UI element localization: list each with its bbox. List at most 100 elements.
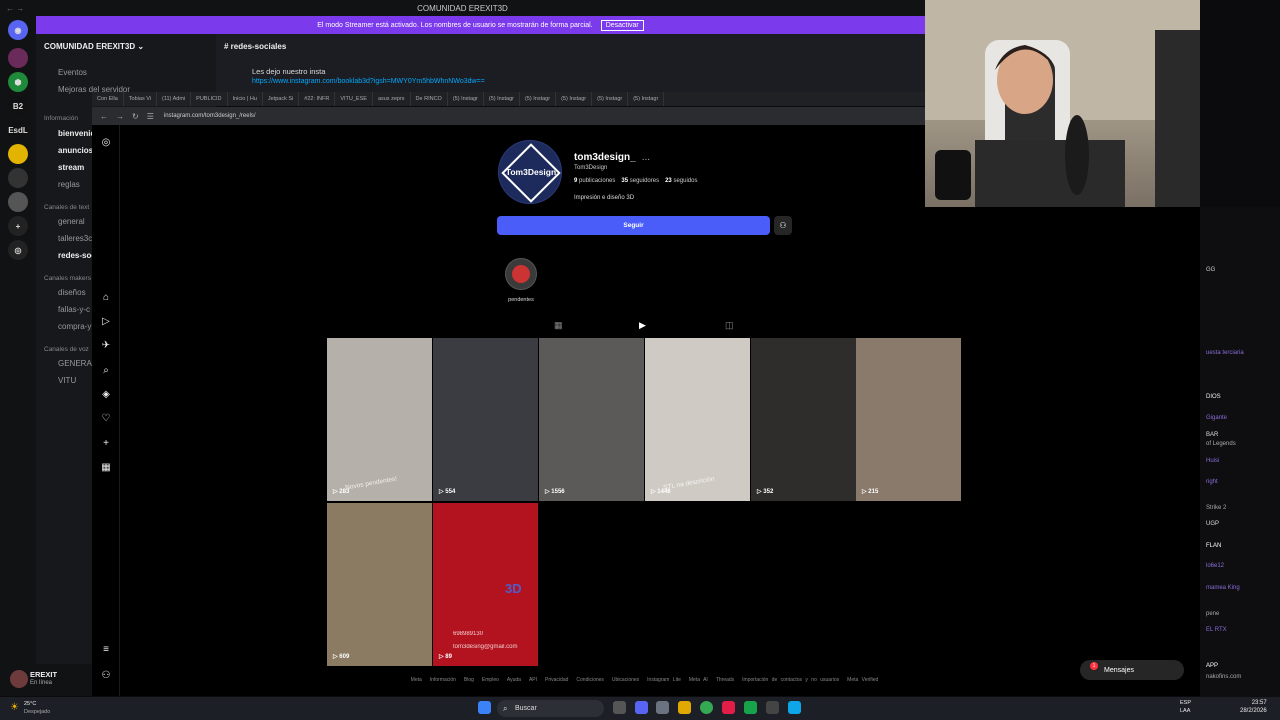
reel-thumbnail[interactable]: STL na descrición ▷ 1446 bbox=[645, 338, 750, 501]
channel-stream[interactable]: stream bbox=[58, 163, 84, 172]
browser-tab[interactable]: (5) Instagr bbox=[520, 92, 557, 106]
server-icon[interactable] bbox=[8, 48, 28, 68]
footer-link[interactable]: Condiciones bbox=[576, 677, 604, 683]
browser-tab[interactable]: Con Ella bbox=[92, 92, 124, 106]
weather-desc[interactable]: Despejado bbox=[24, 709, 50, 715]
footer-link[interactable]: API bbox=[529, 677, 537, 683]
reel-thumbnail[interactable]: ▷ 215 bbox=[856, 338, 961, 501]
reload-icon[interactable]: ↻ bbox=[132, 112, 139, 121]
reel-thumbnail[interactable]: 3D 698989130 tom3desing@gmail.com ▷ 89 bbox=[433, 503, 538, 666]
category-text[interactable]: Canales de text bbox=[44, 204, 89, 211]
events-item[interactable]: Eventos bbox=[58, 68, 87, 77]
avatar[interactable] bbox=[10, 670, 28, 688]
browser-tab[interactable]: PUBLICID bbox=[191, 92, 228, 106]
footer-link[interactable]: Ubicaciones bbox=[612, 677, 639, 683]
channel-talleres[interactable]: talleres3c bbox=[58, 234, 92, 243]
weather-temp[interactable]: 25°C bbox=[24, 701, 36, 707]
task-view-icon[interactable] bbox=[613, 701, 626, 714]
explorer-taskbar-icon[interactable] bbox=[678, 701, 691, 714]
obs-taskbar-icon[interactable] bbox=[766, 701, 779, 714]
voice-general[interactable]: GENERAL bbox=[58, 359, 96, 368]
footer-link[interactable]: Importación de contactos y no usuarios bbox=[742, 677, 839, 683]
app-taskbar-icon[interactable] bbox=[722, 701, 735, 714]
browser-tab[interactable]: Jetpack Si bbox=[263, 92, 300, 106]
reel-thumbnail[interactable]: ▷ 352 bbox=[751, 338, 856, 501]
back-arrows[interactable]: ← → bbox=[6, 4, 24, 13]
category-makers[interactable]: Canales makers bbox=[44, 275, 91, 282]
footer-link[interactable]: Meta Verified bbox=[847, 677, 878, 683]
discord-taskbar-icon[interactable] bbox=[635, 701, 648, 714]
reel-thumbnail[interactable]: ▷ 554 bbox=[433, 338, 538, 501]
footer-link[interactable]: Instagram Lite bbox=[647, 677, 681, 683]
browser-tab[interactable]: Inicio | Hu bbox=[228, 92, 263, 106]
server-icon[interactable] bbox=[8, 168, 28, 188]
suggest-user-icon[interactable]: ⚇ bbox=[774, 216, 792, 235]
footer-link[interactable]: Ayuda bbox=[507, 677, 521, 683]
footer-link[interactable]: Empleo bbox=[482, 677, 499, 683]
browser-tab[interactable]: (5) Instagr bbox=[592, 92, 629, 106]
browser-tab[interactable]: VITU_ESE bbox=[335, 92, 373, 106]
add-server-icon[interactable]: + bbox=[8, 216, 28, 236]
browser-tab[interactable]: Tobias Vi bbox=[124, 92, 158, 106]
start-icon[interactable] bbox=[478, 701, 491, 714]
stat-following[interactable]: 23 seguidos bbox=[665, 178, 697, 184]
channel-general[interactable]: general bbox=[58, 217, 85, 226]
story-highlight[interactable] bbox=[505, 258, 537, 290]
message-link[interactable]: https://www.instagram.com/booklab3d?igsh… bbox=[252, 78, 485, 85]
messages-button[interactable]: 1 Mensajes bbox=[1080, 660, 1184, 680]
server-name[interactable]: COMUNIDAD EREXIT3D ⌄ bbox=[44, 42, 144, 51]
footer-link[interactable]: Meta bbox=[411, 677, 422, 683]
disable-streamer-button[interactable]: Desactivar bbox=[600, 19, 644, 31]
footer-link[interactable]: Información bbox=[430, 677, 456, 683]
channel-reglas[interactable]: reglas bbox=[58, 180, 80, 189]
footer-link[interactable]: Blog bbox=[464, 677, 474, 683]
category-voice[interactable]: Canales de voz bbox=[44, 346, 89, 353]
channel-anuncios[interactable]: anuncios bbox=[58, 146, 93, 155]
reels-tab-icon[interactable]: ▶ bbox=[639, 320, 646, 331]
stat-followers[interactable]: 35 seguidores bbox=[621, 178, 659, 184]
footer-link[interactable]: Privacidad bbox=[545, 677, 568, 683]
app-taskbar-icon[interactable] bbox=[744, 701, 757, 714]
forward-icon[interactable]: → bbox=[116, 112, 124, 121]
browser-tab[interactable]: (11) Admi bbox=[157, 92, 192, 106]
footer-link[interactable]: Threads bbox=[716, 677, 734, 683]
also-from-meta-icon[interactable]: ⚇ bbox=[100, 670, 112, 682]
reel-thumbnail[interactable]: ▷ 609 bbox=[327, 503, 432, 666]
voice-vitu[interactable]: VITU bbox=[58, 376, 76, 385]
channel-redes[interactable]: redes-soc bbox=[58, 251, 96, 260]
browser-tab[interactable]: (5) Instagr bbox=[484, 92, 520, 106]
posts-tab-icon[interactable]: ▦ bbox=[554, 320, 563, 331]
channel-bienvenida[interactable]: bienvenid bbox=[58, 129, 95, 138]
browser-tab[interactable]: #22: INFR bbox=[299, 92, 336, 106]
back-icon[interactable]: ← bbox=[100, 112, 108, 121]
server-icon[interactable]: ⬢ bbox=[8, 72, 28, 92]
more-options-icon[interactable]: ... bbox=[642, 152, 650, 163]
server-b2[interactable]: B2 bbox=[8, 96, 28, 116]
dashboard-icon[interactable]: ▦ bbox=[100, 462, 112, 474]
browser-tab[interactable]: (5) Instagr bbox=[628, 92, 665, 106]
browser-tab[interactable]: (5) Instagr bbox=[556, 92, 593, 106]
browser-tab[interactable]: asus zeprs bbox=[373, 92, 411, 106]
reels-icon[interactable]: ▷ bbox=[100, 316, 112, 328]
tagged-tab-icon[interactable]: ◫ bbox=[725, 320, 734, 331]
notifications-icon[interactable]: ♡ bbox=[100, 413, 112, 425]
category-info[interactable]: Información bbox=[44, 115, 78, 122]
channel-compra[interactable]: compra-y bbox=[58, 322, 91, 331]
channel-fallas[interactable]: fallas-y-c bbox=[58, 305, 90, 314]
reel-thumbnail[interactable]: Novos pendentes! ▷ 283 bbox=[327, 338, 432, 501]
clock[interactable]: 23:57 28/2/2026 bbox=[1240, 699, 1267, 715]
follow-button[interactable]: Seguir bbox=[497, 216, 770, 235]
server-icon[interactable] bbox=[8, 192, 28, 212]
browser-tab[interactable]: (5) Instagr bbox=[448, 92, 484, 106]
footer-link[interactable]: Meta AI bbox=[689, 677, 708, 683]
site-info-icon[interactable]: ☰ bbox=[147, 112, 154, 121]
menu-icon[interactable]: ≡ bbox=[100, 644, 112, 656]
explore-icon[interactable]: ◈ bbox=[100, 389, 112, 401]
channel-disenos[interactable]: diseños bbox=[58, 288, 86, 297]
url-field[interactable]: instagram.com/tom3design_/reels/ bbox=[164, 113, 256, 119]
server-icon[interactable] bbox=[8, 144, 28, 164]
discord-home-icon[interactable]: ◉ bbox=[8, 20, 28, 40]
home-icon[interactable]: ⌂ bbox=[100, 292, 112, 304]
chrome-taskbar-icon[interactable] bbox=[700, 701, 713, 714]
search-icon[interactable]: ⌕ bbox=[100, 365, 112, 377]
